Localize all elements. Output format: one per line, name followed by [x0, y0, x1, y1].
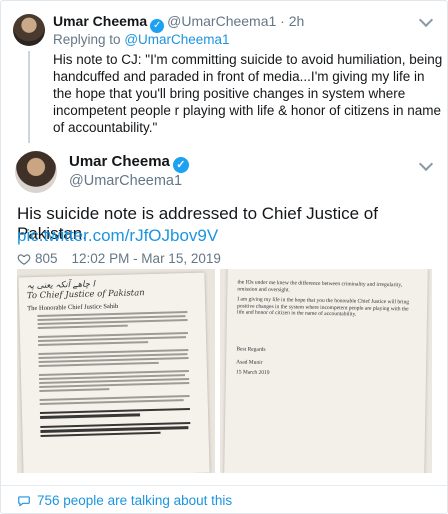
replying-to: Replying to @UmarCheema1 [53, 32, 230, 47]
thread-line [28, 51, 30, 143]
quoted-handle-time[interactable]: @UmarCheema1 · 2h [167, 13, 304, 29]
author-name[interactable]: Umar Cheema [69, 153, 170, 170]
author-handle[interactable]: @UmarCheema1 [69, 173, 182, 189]
divider [1, 485, 447, 486]
conversation-link[interactable]: 756 people are talking about this [17, 493, 232, 508]
letter-page-2: the IOs under me knew the difference bet… [224, 269, 428, 473]
letter-page-1: ا چاھے آنکہ یعنی پہ To Chief Justice of … [18, 272, 210, 473]
heart-icon[interactable] [17, 252, 31, 266]
letter-signer: Asad Munir [236, 358, 263, 366]
tweet-card: Umar Cheema ✓ @UmarCheema1 · 2h Replying t… [0, 0, 448, 514]
chevron-down-icon[interactable] [418, 12, 434, 28]
author-name-row[interactable]: Umar Cheema ✓ [69, 153, 192, 173]
quoted-header: Umar Cheema ✓ @UmarCheema1 · 2h [53, 13, 304, 33]
like-count[interactable]: 805 [35, 251, 58, 266]
replying-label: Replying to [53, 32, 121, 47]
quoted-text: His note to CJ: "I'm committing suicide … [53, 52, 443, 135]
author-avatar[interactable] [15, 151, 57, 193]
verified-badge-icon: ✓ [172, 157, 189, 173]
tweet-pic-link[interactable]: pic.twitter.com/rJfOJbov9V [17, 226, 218, 246]
conversation-count[interactable]: 756 people are talking about this [37, 493, 232, 508]
letter-paragraph-1: the IOs under me knew the difference bet… [237, 279, 403, 293]
quoted-author-name[interactable]: Umar Cheema [53, 13, 147, 29]
tweet-photo-2[interactable]: the IOs under me knew the difference bet… [220, 269, 432, 473]
letter-regards: Best Regards [236, 346, 266, 353]
tweet-timestamp[interactable]: 12:02 PM - Mar 15, 2019 [72, 251, 221, 266]
letter-date: 15 March 2019 [235, 369, 270, 377]
tweet-photo-1[interactable]: ا چاھے آنکہ یعنی پہ To Chief Justice of … [17, 269, 215, 473]
replying-to-link[interactable]: @UmarCheema1 [124, 32, 229, 47]
verified-badge-icon: ✓ [150, 19, 165, 33]
quoted-avatar[interactable] [13, 14, 45, 46]
tweet-stats: 805 12:02 PM - Mar 15, 2019 [17, 251, 221, 266]
letter-paragraph-2: I am giving my life in the hope that you… [236, 296, 410, 318]
chevron-down-icon[interactable] [418, 156, 434, 172]
speech-bubble-icon [18, 495, 30, 506]
